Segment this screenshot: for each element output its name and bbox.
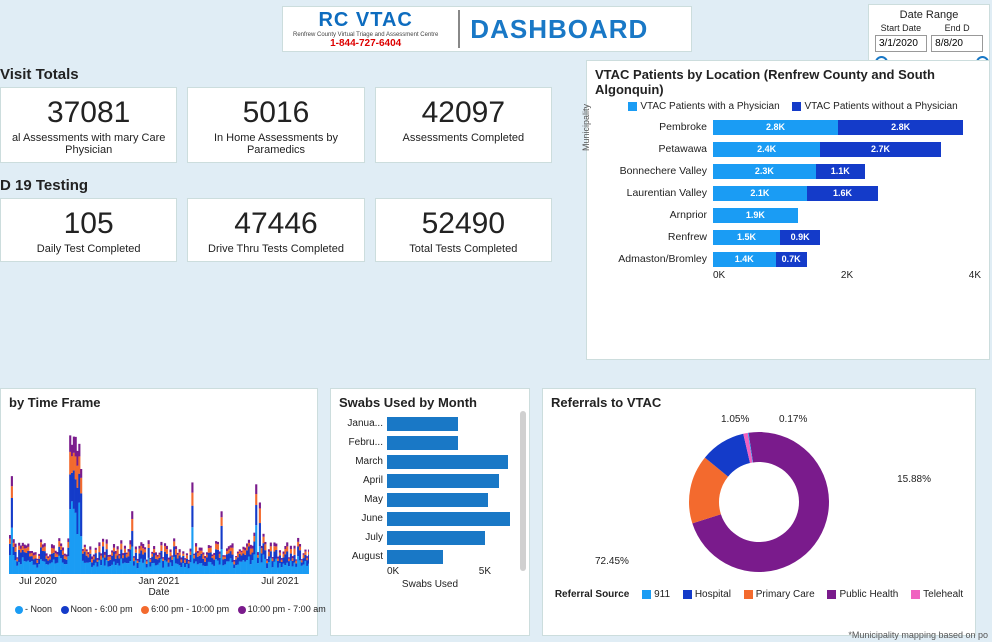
swabs-chart: Janua...Febru...MarchAprilMayJuneJulyAug… — [339, 414, 521, 566]
patients-by-location-card[interactable]: VTAC Patients by Location (Renfrew Count… — [586, 60, 990, 360]
timeframe-xticks: Jul 2020 Jan 2021 Jul 2021 — [19, 576, 299, 587]
covid-testing-title: D 19 Testing — [0, 177, 552, 194]
date-range-title: Date Range — [875, 9, 983, 21]
location-chart-axis: 0K 2K 4K — [713, 270, 981, 281]
kpi-in-home-assessments: 5016 In Home Assessments by Paramedics — [187, 87, 364, 163]
location-chart-title: VTAC Patients by Location (Renfrew Count… — [595, 67, 981, 97]
timeframe-chart — [9, 414, 309, 574]
kpi-virtual-assessments: 37081 al Assessments with mary Care Phys… — [0, 87, 177, 163]
referrals-legend: Referral Source 911 Hospital Primary Car… — [551, 589, 967, 600]
logo-main: RC VTAC — [318, 9, 412, 32]
dashboard-title: DASHBOARD — [470, 14, 648, 45]
visit-totals-title: Visit Totals — [0, 66, 552, 83]
timeframe-xlabel: Date — [9, 587, 309, 598]
location-chart-ylabel: Municipality — [581, 104, 591, 151]
swabs-xlabel: Swabs Used — [339, 579, 521, 590]
end-date-input[interactable] — [931, 35, 983, 52]
timeframe-card[interactable]: by Time Frame Jul 2020 Jan 2021 Jul 2021… — [0, 388, 318, 636]
footnote: *Municipality mapping based on po — [848, 630, 988, 640]
header-divider — [458, 10, 460, 48]
timeframe-title: by Time Frame — [9, 395, 309, 410]
referrals-donut: 72.45% 15.88% 1.05% 0.17% — [551, 414, 967, 589]
kpi-assessments-completed: 42097 Assessments Completed — [375, 87, 552, 163]
swabs-title: Swabs Used by Month — [339, 395, 521, 410]
swabs-axis: 0K5K — [387, 566, 521, 577]
header-bar: RC VTAC Renfrew County Virtual Triage an… — [282, 6, 692, 52]
timeframe-legend: - Noon Noon - 6:00 pm 6:00 pm - 10:00 pm… — [9, 604, 309, 614]
logo: RC VTAC Renfrew County Virtual Triage an… — [293, 9, 438, 49]
start-date-label: Start Date — [875, 23, 927, 33]
kpi-total-tests: 52490 Total Tests Completed — [375, 198, 552, 262]
start-date-input[interactable] — [875, 35, 927, 52]
end-date-label: End D — [931, 23, 983, 33]
logo-phone: 1-844-727-6404 — [330, 38, 401, 49]
referrals-card[interactable]: Referrals to VTAC 72.45% 15.88% 1.05% 0.… — [542, 388, 976, 636]
referrals-title: Referrals to VTAC — [551, 395, 967, 410]
kpi-drive-thru-tests: 47446 Drive Thru Tests Completed — [187, 198, 364, 262]
location-chart-legend: VTAC Patients with a Physician VTAC Pati… — [595, 101, 981, 112]
visit-totals-row: 37081 al Assessments with mary Care Phys… — [0, 87, 552, 163]
location-chart-bars: Pembroke2.8K2.8KPetawawa2.4K2.7KBonneche… — [595, 118, 981, 268]
kpi-daily-tests: 105 Daily Test Completed — [0, 198, 177, 262]
covid-testing-row: 105 Daily Test Completed 47446 Drive Thr… — [0, 198, 552, 262]
swabs-scrollbar[interactable] — [520, 411, 526, 571]
swabs-card[interactable]: Swabs Used by Month Janua...Febru...Marc… — [330, 388, 530, 636]
